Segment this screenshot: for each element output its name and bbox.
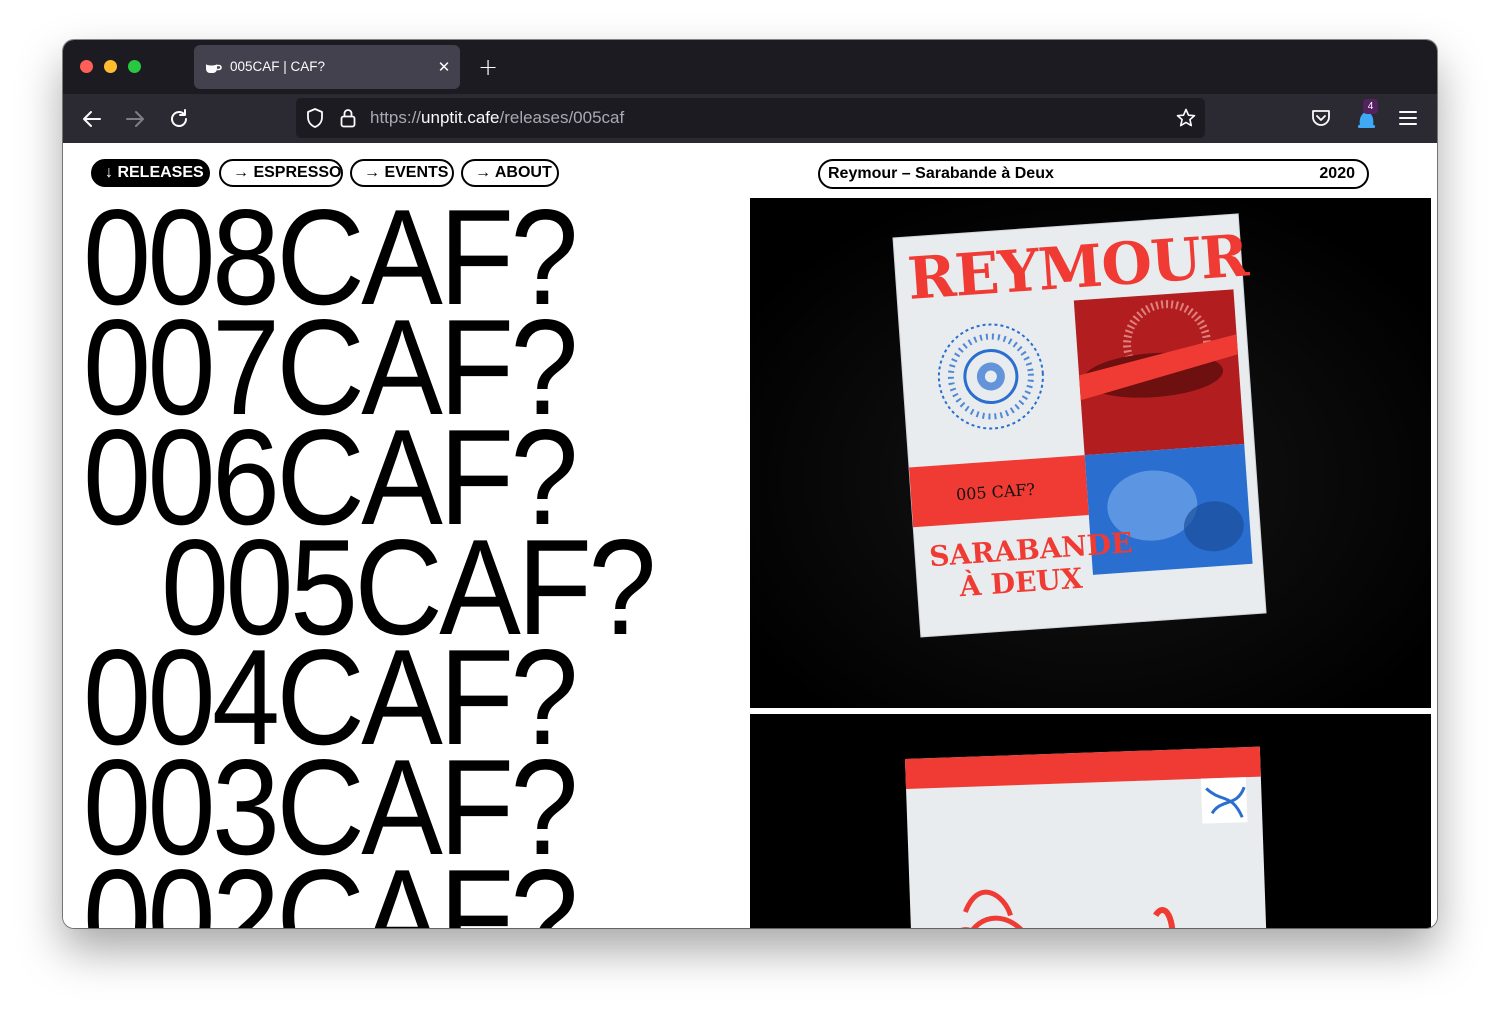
- tab-active[interactable]: 005CAF | CAF? ✕: [194, 45, 460, 89]
- bookmark-star-icon[interactable]: [1175, 107, 1197, 129]
- extension-badge: 4: [1363, 99, 1378, 114]
- release-title: Reymour – Sarabande à Deux: [828, 165, 1054, 182]
- minimize-window-button[interactable]: [104, 60, 117, 73]
- page-content: ↓ RELEASES → ESPRESSO → EVENTS → ABOUT R…: [63, 143, 1437, 928]
- release-list: 008CAF? 007CAF? 006CAF? 005CAF? 004CAF? …: [83, 185, 763, 929]
- close-window-button[interactable]: [80, 60, 93, 73]
- browser-window: 005CAF | CAF? ✕ + https://unptit.cafe/re…: [63, 40, 1437, 928]
- new-tab-button[interactable]: +: [475, 52, 501, 82]
- release-year: 2020: [1319, 165, 1355, 182]
- url-text[interactable]: https://unptit.cafe/releases/005caf: [370, 108, 624, 128]
- coffee-cup-icon: [206, 62, 222, 73]
- navigation-toolbar: https://unptit.cafe/releases/005caf 4: [63, 94, 1437, 143]
- tab-strip: 005CAF | CAF? ✕ +: [63, 40, 1437, 94]
- forward-arrow-icon[interactable]: [122, 106, 148, 132]
- release-link-008caf[interactable]: 008CAF?: [83, 185, 695, 330]
- album-front-cover-illustration: REYMOUR 005 CAF? SARABANDE À DEUX: [750, 198, 1431, 708]
- release-link-003caf[interactable]: 003CAF?: [83, 735, 695, 880]
- tab-title: 005CAF | CAF?: [230, 59, 326, 74]
- shield-icon[interactable]: [304, 107, 326, 129]
- album-back-cover-illustration: [750, 714, 1431, 928]
- address-bar[interactable]: https://unptit.cafe/releases/005caf: [296, 98, 1205, 138]
- zoom-window-button[interactable]: [128, 60, 141, 73]
- close-icon[interactable]: ✕: [432, 55, 456, 79]
- url-path: /releases/005caf: [499, 108, 625, 127]
- url-scheme: https://: [370, 108, 422, 127]
- album-back-photo: [750, 714, 1431, 928]
- release-link-004caf[interactable]: 004CAF?: [83, 625, 695, 770]
- album-front-photo: REYMOUR 005 CAF? SARABANDE À DEUX: [750, 198, 1431, 708]
- release-link-002caf[interactable]: 002CAF?: [83, 845, 695, 929]
- release-link-005caf[interactable]: 005CAF?: [161, 515, 703, 660]
- release-link-007caf[interactable]: 007CAF?: [83, 295, 695, 440]
- reload-icon[interactable]: [166, 106, 192, 132]
- back-arrow-icon[interactable]: [79, 106, 105, 132]
- release-info-bar: Reymour – Sarabande à Deux 2020: [818, 159, 1369, 189]
- lock-icon[interactable]: [338, 107, 358, 129]
- hamburger-menu-icon[interactable]: [1396, 106, 1420, 130]
- pocket-icon[interactable]: [1309, 106, 1333, 130]
- url-host: unptit.cafe: [421, 108, 500, 127]
- release-link-006caf[interactable]: 006CAF?: [83, 405, 695, 550]
